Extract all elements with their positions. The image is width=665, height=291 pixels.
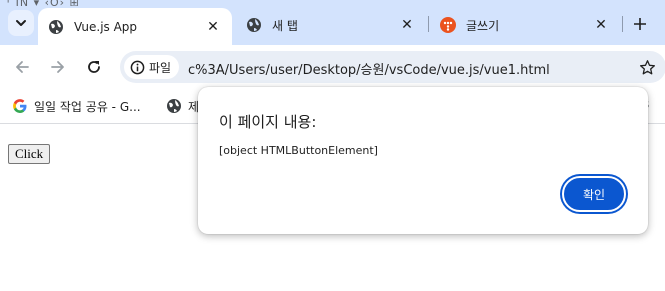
site-info-chip[interactable]: 파일 bbox=[124, 55, 180, 79]
new-tab-button[interactable] bbox=[628, 12, 652, 36]
tab-separator bbox=[428, 16, 429, 32]
bookmark-star-button[interactable] bbox=[636, 56, 658, 78]
tab-close-icon[interactable]: ✕ bbox=[592, 16, 610, 34]
browser-toolbar: 파일 c%3A/Users/user/Desktop/승원/vsCode/vue… bbox=[0, 45, 665, 88]
tab-close-icon[interactable]: ✕ bbox=[204, 18, 222, 36]
dialog-message: [object HTMLButtonElement] bbox=[219, 144, 378, 157]
back-button[interactable] bbox=[10, 55, 34, 79]
tab-close-icon[interactable]: ✕ bbox=[398, 16, 416, 34]
tab-new-tab[interactable]: 새 탭 ✕ bbox=[236, 10, 426, 40]
tab-title: Vue.js App bbox=[74, 19, 138, 34]
address-bar[interactable]: 파일 c%3A/Users/user/Desktop/승원/vsCode/vue… bbox=[120, 51, 665, 83]
tab-title: 글쓰기 bbox=[466, 18, 500, 33]
tab-search-button[interactable] bbox=[8, 10, 34, 36]
globe-icon bbox=[167, 99, 181, 113]
reload-icon bbox=[88, 61, 100, 73]
reload-button[interactable] bbox=[82, 55, 106, 79]
tab-strip: ᅵ IN ▾ ‹O› ⊞ Vue.js App ✕ 새 탭 ✕ 글쓰기 ✕ bbox=[0, 0, 665, 45]
site-info-label: 파일 bbox=[149, 60, 172, 75]
alert-dialog: 이 페이지 내용: [object HTMLButtonElement] 확인 bbox=[198, 87, 648, 234]
tab-write-post[interactable]: 글쓰기 ✕ bbox=[430, 10, 620, 40]
arrow-right-icon bbox=[51, 61, 64, 73]
plus-icon bbox=[634, 18, 646, 30]
bookmark-label: 일일 작업 공유 - G... bbox=[34, 99, 141, 114]
url-text[interactable]: c%3A/Users/user/Desktop/승원/vsCode/vue.js… bbox=[188, 59, 550, 78]
bookmark-second[interactable]: 제 bbox=[166, 96, 199, 116]
tab-title: 새 탭 bbox=[272, 18, 298, 33]
star-icon bbox=[639, 59, 655, 74]
chevron-down-icon bbox=[16, 20, 26, 26]
google-g-icon bbox=[13, 99, 27, 113]
globe-icon bbox=[49, 19, 63, 34]
globe-icon bbox=[247, 18, 261, 32]
ok-button[interactable]: 확인 bbox=[562, 176, 626, 212]
clipped-top-text: ᅵ IN ▾ ‹O› ⊞ bbox=[0, 0, 260, 6]
tab-vuejs-app[interactable]: Vue.js App ✕ bbox=[38, 8, 232, 45]
forward-button[interactable] bbox=[46, 55, 70, 79]
arrow-left-icon bbox=[16, 61, 29, 73]
info-icon bbox=[130, 60, 145, 74]
tab-separator bbox=[622, 16, 623, 32]
bookmark-daily-work[interactable]: 일일 작업 공유 - G... bbox=[12, 96, 141, 116]
click-button[interactable]: Click bbox=[8, 144, 51, 164]
tistory-logo-icon bbox=[440, 17, 456, 33]
dialog-title: 이 페이지 내용: bbox=[219, 113, 317, 131]
